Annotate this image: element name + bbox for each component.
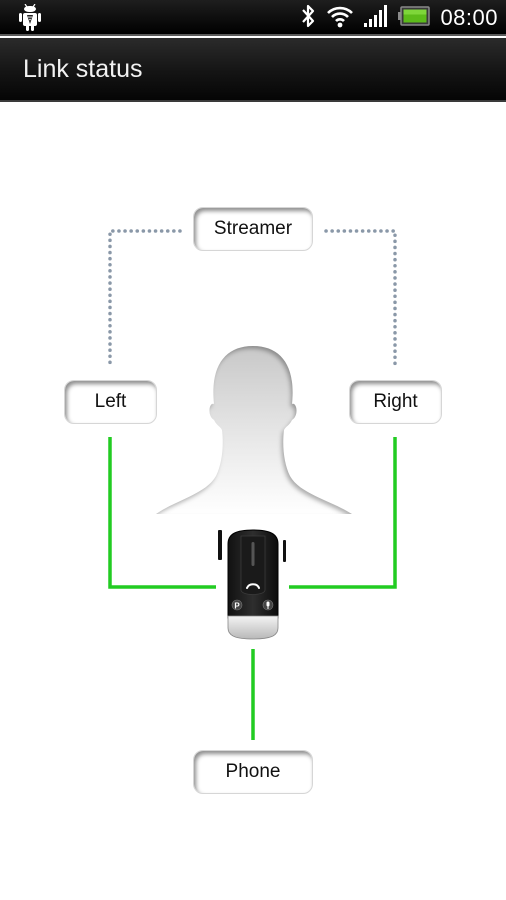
link-streamer-right: [324, 229, 397, 368]
node-phone-label: Phone: [225, 761, 281, 782]
node-streamer[interactable]: Streamer: [193, 207, 313, 251]
link-diagram: P Streamer Left Right Phone: [0, 104, 506, 900]
signal-icon: [364, 4, 388, 32]
bluetooth-icon: [300, 3, 316, 34]
wifi-icon: [326, 4, 354, 33]
node-phone[interactable]: Phone: [193, 750, 313, 794]
node-left-label: Left: [94, 391, 127, 412]
link-streamer-left: [108, 229, 182, 368]
node-right[interactable]: Right: [349, 380, 442, 424]
person-silhouette: [156, 346, 352, 514]
battery-icon: [398, 5, 431, 31]
node-left[interactable]: Left: [64, 380, 157, 424]
streamer-device[interactable]: P: [218, 529, 286, 640]
android-debug-icon: [18, 3, 42, 32]
node-streamer-label: Streamer: [213, 218, 293, 239]
clock: 08:00: [440, 5, 498, 30]
status-bar: 08:00: [0, 0, 506, 36]
title-bar: Link status: [0, 38, 506, 102]
svg-text:P: P: [234, 602, 240, 611]
node-right-label: Right: [373, 391, 418, 412]
page-title: Link status: [23, 55, 143, 83]
